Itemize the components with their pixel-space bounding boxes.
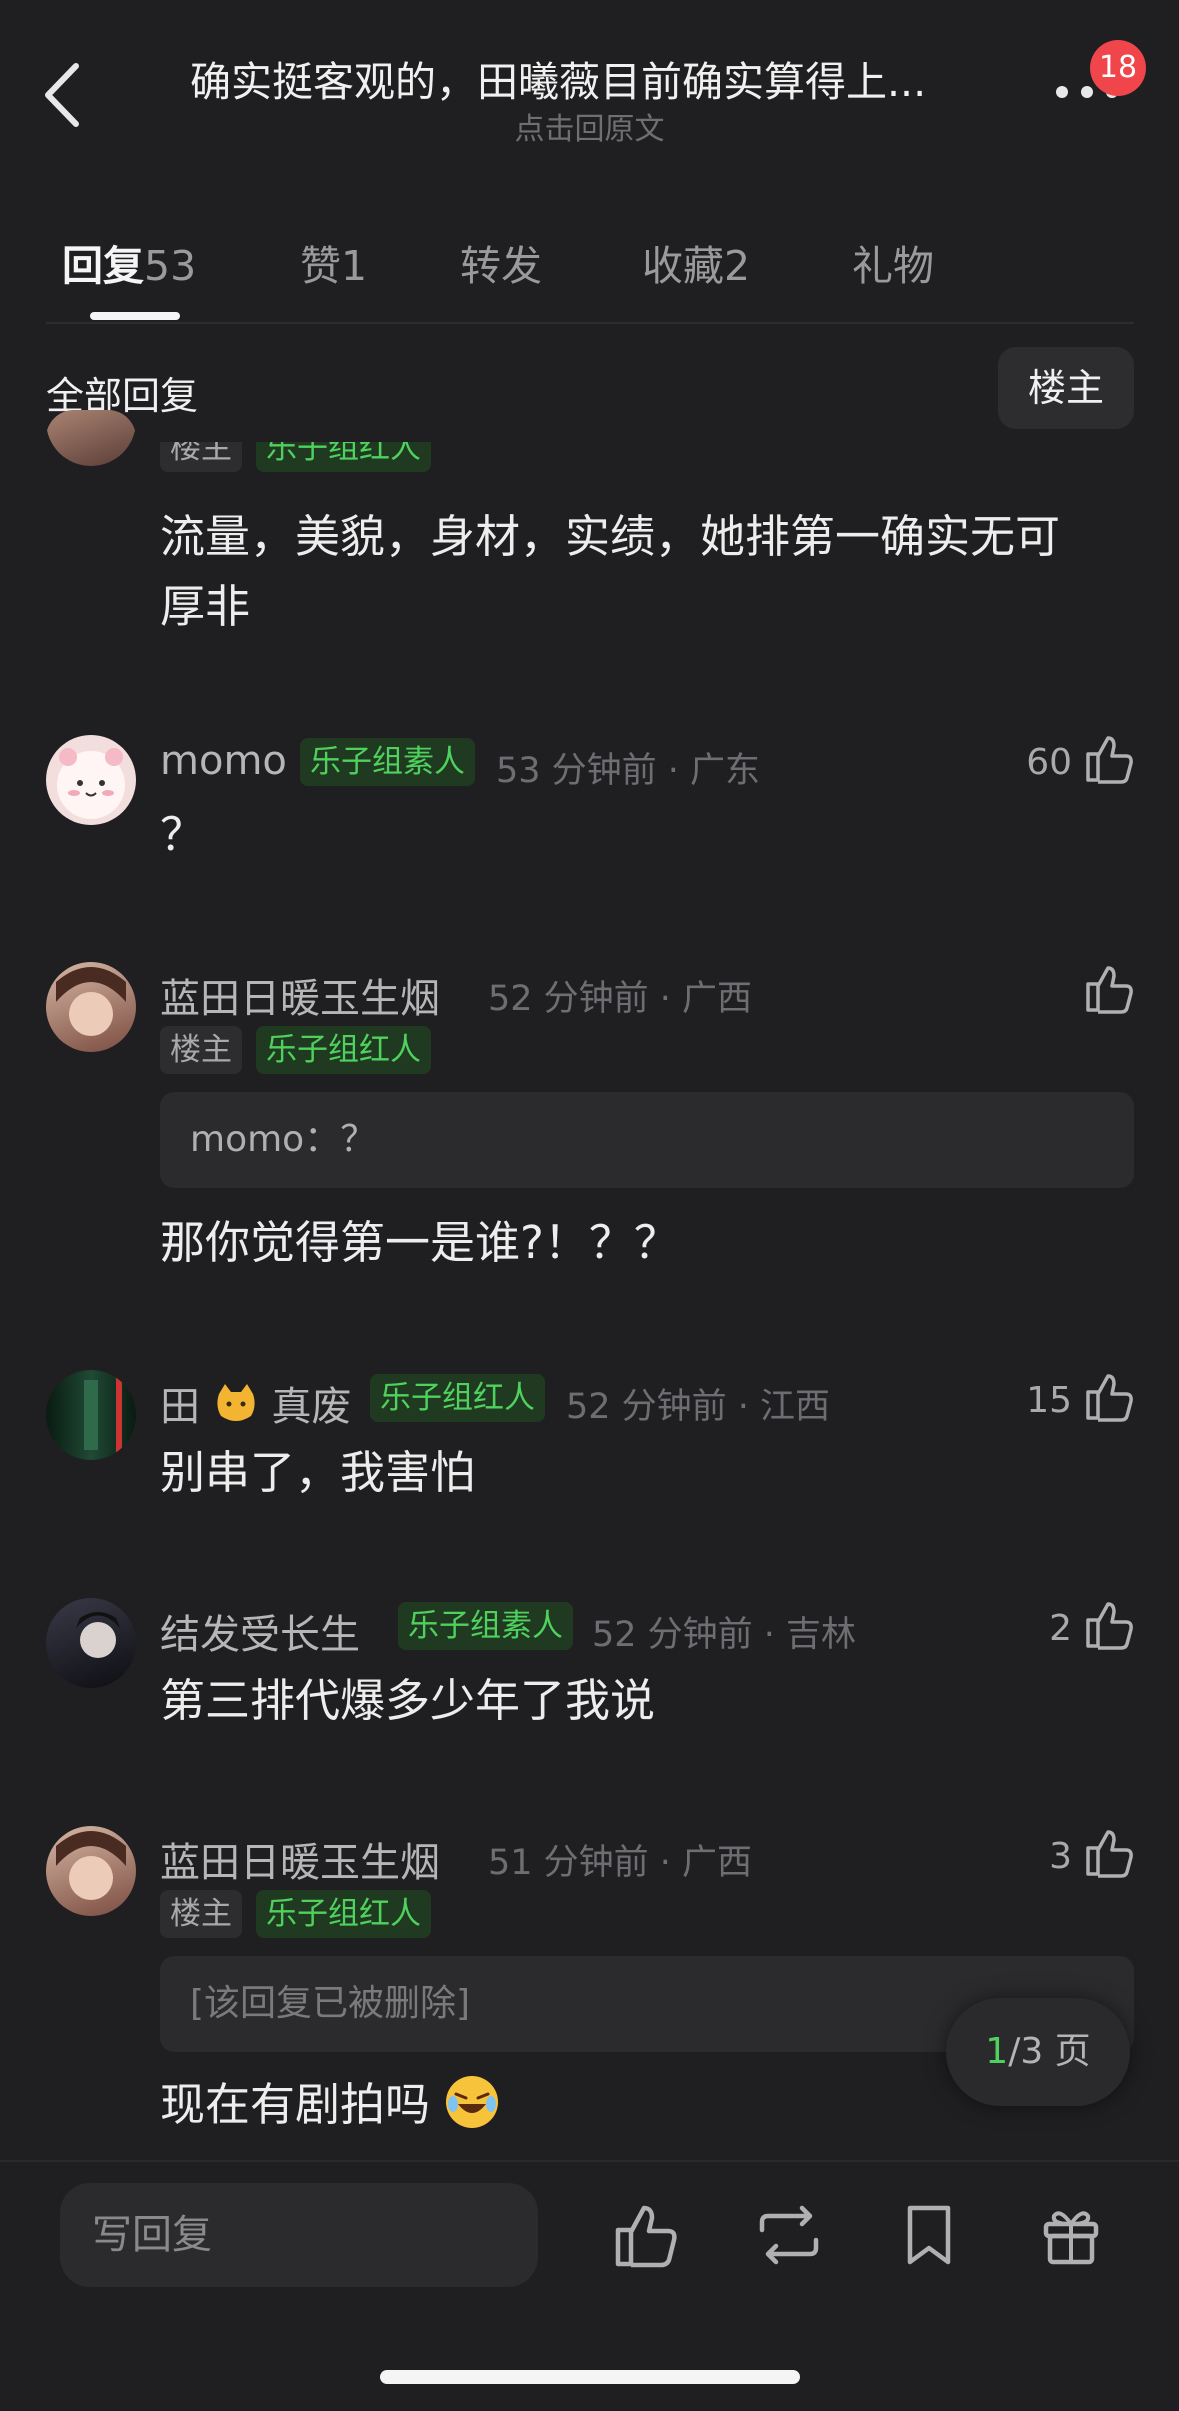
like-count: 2: [1049, 1608, 1072, 1649]
comment-meta: 52 分钟前 · 江西: [566, 1387, 831, 1427]
cat-emoji-icon: [213, 1384, 259, 1424]
thumbs-up-icon[interactable]: [1084, 1826, 1136, 1878]
commenter-name[interactable]: momo: [160, 738, 287, 784]
tab-label: 回复: [62, 242, 144, 290]
divider: [46, 322, 1134, 324]
commenter-name-part: 真废: [271, 1384, 352, 1430]
like-count: 15: [1026, 1380, 1072, 1421]
owner-only-button[interactable]: 楼主: [998, 347, 1134, 429]
tab-replies[interactable]: 回复53: [62, 232, 196, 292]
avatar[interactable]: [46, 1598, 136, 1688]
post-title[interactable]: 确实挺客观的，田曦薇目前确实算得上...: [190, 48, 1000, 108]
home-indicator[interactable]: [380, 2370, 800, 2384]
comment-meta: 52 分钟前 · 广西: [488, 979, 753, 1019]
avatar[interactable]: [46, 1826, 136, 1916]
comment-text: 那你觉得第一是谁?！？？: [160, 1216, 679, 1269]
active-tab-indicator: [90, 312, 180, 320]
avatar[interactable]: [46, 410, 136, 466]
tab-gifts[interactable]: 礼物: [852, 232, 934, 292]
owner-tag: 楼主: [160, 1026, 242, 1074]
user-level-tag: 乐子组红人: [256, 1026, 431, 1074]
divider: [0, 2160, 1179, 2162]
gift-icon[interactable]: [1036, 2200, 1106, 2270]
back-to-post-link[interactable]: 点击回原文: [0, 104, 1179, 148]
commenter-name[interactable]: 蓝田日暖玉生烟: [160, 1830, 440, 1888]
user-level-tag: 乐子组素人: [398, 1602, 573, 1650]
user-level-tag: 乐子组红人: [256, 1890, 431, 1938]
tab-label: 转发: [460, 242, 542, 290]
avatar[interactable]: [46, 1370, 136, 1460]
page-total: /3 页: [1008, 2031, 1091, 2072]
tab-count: 53: [144, 242, 197, 290]
comment-tags: 楼主 乐子组红人: [160, 442, 760, 472]
comment-text-content: 现在有剧拍吗: [160, 2078, 431, 2131]
user-level-tag: 乐子组红人: [256, 442, 431, 472]
avatar[interactable]: [46, 962, 136, 1052]
tab-favorites[interactable]: 收藏2: [642, 232, 750, 292]
reply-input[interactable]: 写回复: [60, 2183, 538, 2287]
repost-icon[interactable]: [754, 2200, 824, 2270]
commenter-name-part: 田: [160, 1384, 200, 1430]
thumbs-up-icon[interactable]: [1084, 732, 1136, 784]
comment-text: 现在有剧拍吗: [160, 2070, 500, 2140]
like-count: 60: [1026, 742, 1072, 783]
commenter-name[interactable]: 蓝田日暖玉生烟: [160, 966, 440, 1024]
bookmark-icon[interactable]: [894, 2200, 964, 2270]
current-page: 1: [985, 2031, 1009, 2072]
thumbs-up-icon[interactable]: [1084, 1370, 1136, 1422]
comment-text: ？: [160, 808, 206, 861]
laughing-emoji-icon: [444, 2074, 500, 2130]
thumbs-up-icon[interactable]: [1084, 962, 1136, 1014]
commenter-name[interactable]: 田 真废: [160, 1374, 351, 1432]
tab-count: 2: [724, 242, 751, 290]
comment-text: 流量，美貌，身材，实绩，她排第一确实无可 厚非: [160, 502, 1060, 642]
tab-count: 1: [341, 242, 368, 290]
commenter-name[interactable]: 结发受长生: [160, 1602, 360, 1660]
comment-text-line: 厚非: [160, 580, 251, 633]
owner-tag: 楼主: [160, 1890, 242, 1938]
comment-meta: 53 分钟前 · 广东: [496, 751, 761, 791]
comment-text: 第三排代爆多少年了我说: [160, 1674, 656, 1727]
tab-reposts[interactable]: 转发: [460, 232, 542, 292]
thumbs-up-icon[interactable]: [612, 2200, 682, 2270]
like-count: 3: [1049, 1836, 1072, 1877]
comment-meta: 51 分钟前 · 广西: [488, 1843, 753, 1883]
user-level-tag: 乐子组素人: [300, 738, 475, 786]
notification-badge: 18: [1090, 40, 1146, 96]
tab-likes[interactable]: 赞1: [300, 232, 367, 292]
page-indicator[interactable]: 1/3 页: [946, 1998, 1130, 2106]
avatar[interactable]: [46, 735, 136, 825]
thumbs-up-icon[interactable]: [1084, 1598, 1136, 1650]
comment-text-line: 流量，美貌，身材，实绩，她排第一确实无可: [160, 510, 1061, 563]
tab-label: 礼物: [852, 242, 934, 290]
tab-label: 赞: [300, 242, 341, 290]
owner-tag: 楼主: [160, 442, 242, 472]
user-level-tag: 乐子组红人: [370, 1374, 545, 1422]
comment-meta: 52 分钟前 · 吉林: [592, 1615, 857, 1655]
quoted-reply[interactable]: momo：？: [160, 1092, 1134, 1188]
tab-label: 收藏: [642, 242, 724, 290]
comment-text: 别串了，我害怕: [160, 1446, 476, 1499]
